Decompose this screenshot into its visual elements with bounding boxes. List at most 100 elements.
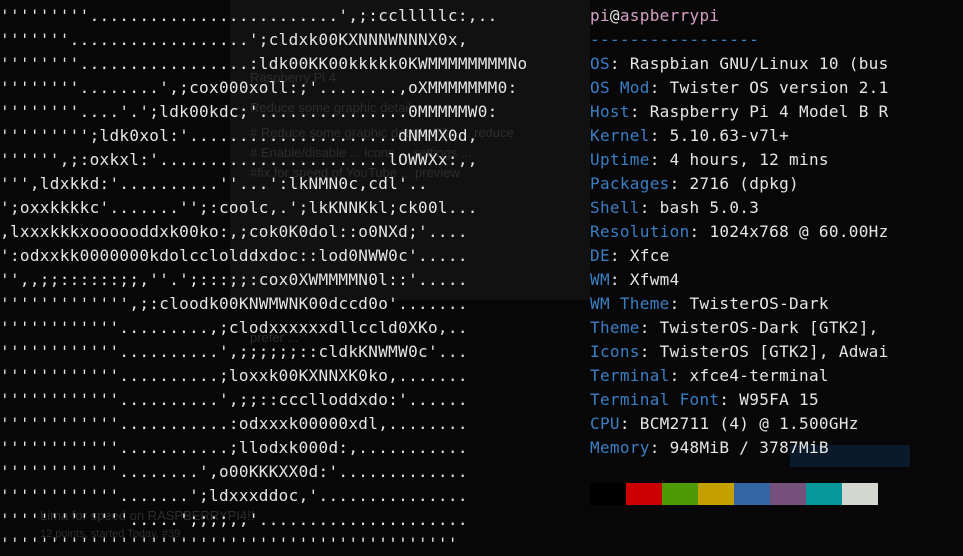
palette-swatch	[842, 483, 878, 505]
info-key: CPU	[590, 414, 620, 433]
info-value: Raspbian GNU/Linux 10 (bus	[629, 54, 889, 73]
info-key: Uptime	[590, 150, 650, 169]
info-value: 1024x768 @ 60.00Hz	[709, 222, 889, 241]
info-row: Terminal Font: W95FA 15	[590, 388, 889, 412]
logo-line: ''''''''''''',;:cloodk00KNWMWNK00dccd0o'…	[0, 294, 468, 313]
info-key: Host	[590, 102, 630, 121]
info-rows: OS: Raspbian GNU/Linux 10 (bus OS Mod: Tw…	[590, 52, 889, 460]
info-value: bash 5.0.3	[659, 198, 760, 217]
info-key: Packages	[590, 174, 670, 193]
info-colon: :	[619, 414, 640, 433]
info-key: OS Mod	[590, 78, 650, 97]
terminal-window[interactable]: '''''''''.........................',;:cc…	[0, 0, 963, 553]
neofetch-ascii-logo: '''''''''.........................',;:cc…	[0, 4, 528, 556]
logo-line: ''''''''''''...........:odxxxk00000xdl,.…	[0, 414, 468, 433]
info-colon: :	[669, 174, 690, 193]
separator-line: -----------------	[590, 30, 760, 49]
info-row: Memory: 948MiB / 3787MiB	[590, 436, 889, 460]
info-key: DE	[590, 246, 610, 265]
info-colon: :	[649, 126, 670, 145]
info-key: Kernel	[590, 126, 650, 145]
color-palette	[590, 483, 878, 505]
info-colon: :	[629, 102, 650, 121]
palette-swatch	[806, 483, 842, 505]
palette-swatch	[626, 483, 662, 505]
info-key: Shell	[590, 198, 640, 217]
logo-line: '',,;;::::::;;,''.';:::;;:cox0XWMMMMN0l:…	[0, 270, 468, 289]
info-colon: :	[649, 150, 670, 169]
info-key: WM	[590, 270, 610, 289]
info-row: OS: Raspbian GNU/Linux 10 (bus	[590, 52, 889, 76]
logo-line: ''',ldxkkd:'..........''...':lkNMN0c,cdl…	[0, 174, 428, 193]
logo-line: '''''''..................';cldxk00KXNNNW…	[0, 30, 468, 49]
info-row: Host: Raspberry Pi 4 Model B R	[590, 100, 889, 124]
info-key: OS	[590, 54, 610, 73]
logo-line: ':odxxkk0000000kdolcclolddxdoc::lod0NWW0…	[0, 246, 468, 265]
info-colon: :	[639, 342, 660, 361]
logo-line: ''''''''.................:ldk00KK00kkkkk…	[0, 54, 528, 73]
username: pi	[590, 6, 610, 25]
info-value: xfce4-terminal	[689, 366, 829, 385]
palette-swatch	[590, 483, 626, 505]
info-colon: :	[669, 366, 690, 385]
info-row: Shell: bash 5.0.3	[590, 196, 889, 220]
logo-line: '''''''''.........................',;:cc…	[0, 6, 498, 25]
info-colon: :	[609, 270, 630, 289]
logo-line: ''''''''''''...........;llodxk000d:,....…	[0, 438, 468, 457]
logo-line: ,lxxxkkkxoooooddxk00ko:,;cok0K0dol::o0NX…	[0, 222, 468, 241]
info-value: BCM2711 (4) @ 1.500GHz	[639, 414, 859, 433]
logo-line: ''''''''........',;cox000xoll:;'........…	[0, 78, 518, 97]
info-colon: :	[689, 222, 710, 241]
logo-line: ''''''''''''..........',;;::ccclloddxdo:…	[0, 390, 468, 409]
info-row: CPU: BCM2711 (4) @ 1.500GHz	[590, 412, 889, 436]
info-colon: :	[669, 294, 690, 313]
logo-line: ''''''''''''..........',;;;;;;::cldkKNWM…	[0, 342, 468, 361]
info-value: Xfwm4	[629, 270, 680, 289]
palette-swatch	[662, 483, 698, 505]
info-key: WM Theme	[590, 294, 670, 313]
info-key: Terminal Font	[590, 390, 720, 409]
logo-line: ''''''''....'.';ldk00kdc;'..............…	[0, 102, 498, 121]
logo-line: ''''''''''''.......';ldxxxddoc,'........…	[0, 486, 468, 505]
logo-line: ''''''''';ldk0xol:'.....................…	[0, 126, 478, 145]
info-value: TwisterOS [GTK2], Adwai	[659, 342, 889, 361]
info-key: Theme	[590, 318, 640, 337]
info-colon: :	[649, 438, 670, 457]
info-colon: :	[639, 198, 660, 217]
info-value: TwisterOS-Dark [GTK2],	[659, 318, 879, 337]
palette-swatch	[734, 483, 770, 505]
info-key: Resolution	[590, 222, 690, 241]
info-colon: :	[719, 390, 740, 409]
info-key: Memory	[590, 438, 650, 457]
info-row: WM Theme: TwisterOS-Dark	[590, 292, 889, 316]
info-row: OS Mod: Twister OS version 2.1	[590, 76, 889, 100]
info-row: Kernel: 5.10.63-v7l+	[590, 124, 889, 148]
logo-line: ';oxxkkkkc'.......'';:coolc,.';lkKNNKkl;…	[0, 198, 478, 217]
info-value: 5.10.63-v7l+	[669, 126, 790, 145]
hostname: aspberrypi	[619, 6, 720, 25]
info-colon: :	[649, 78, 670, 97]
info-row: Resolution: 1024x768 @ 60.00Hz	[590, 220, 889, 244]
info-row: Theme: TwisterOS-Dark [GTK2],	[590, 316, 889, 340]
logo-line: ''''''''''''.........,;clodxxxxxxdllccld…	[0, 318, 468, 337]
logo-line: ''''''''''''........',o00KKKXX0d:'......…	[0, 462, 468, 481]
info-colon: :	[639, 318, 660, 337]
info-row: Terminal: xfce4-terminal	[590, 364, 889, 388]
user-host-line: pi@aspberrypi	[590, 4, 889, 28]
info-row: Icons: TwisterOS [GTK2], Adwai	[590, 340, 889, 364]
info-value: Xfce	[629, 246, 670, 265]
info-value: 4 hours, 12 mins	[669, 150, 829, 169]
info-value: 948MiB / 3787MiB	[669, 438, 829, 457]
info-row: DE: Xfce	[590, 244, 889, 268]
logo-line: ''''''''''''..........;loxxk00KXNNXK0ko,…	[0, 366, 468, 385]
info-colon: :	[609, 54, 630, 73]
info-colon: :	[609, 246, 630, 265]
info-value: TwisterOS-Dark	[689, 294, 829, 313]
info-key: Icons	[590, 342, 640, 361]
info-row: Packages: 2716 (dpkg)	[590, 172, 889, 196]
at-sign: @	[609, 6, 620, 25]
info-value: W95FA 15	[739, 390, 819, 409]
logo-line: ''''''''''''''''''''''''''''''''''''''''…	[0, 534, 458, 553]
info-value: Raspberry Pi 4 Model B R	[649, 102, 889, 121]
neofetch-info: pi@aspberrypi ----------------- OS: Rasp…	[590, 4, 889, 460]
